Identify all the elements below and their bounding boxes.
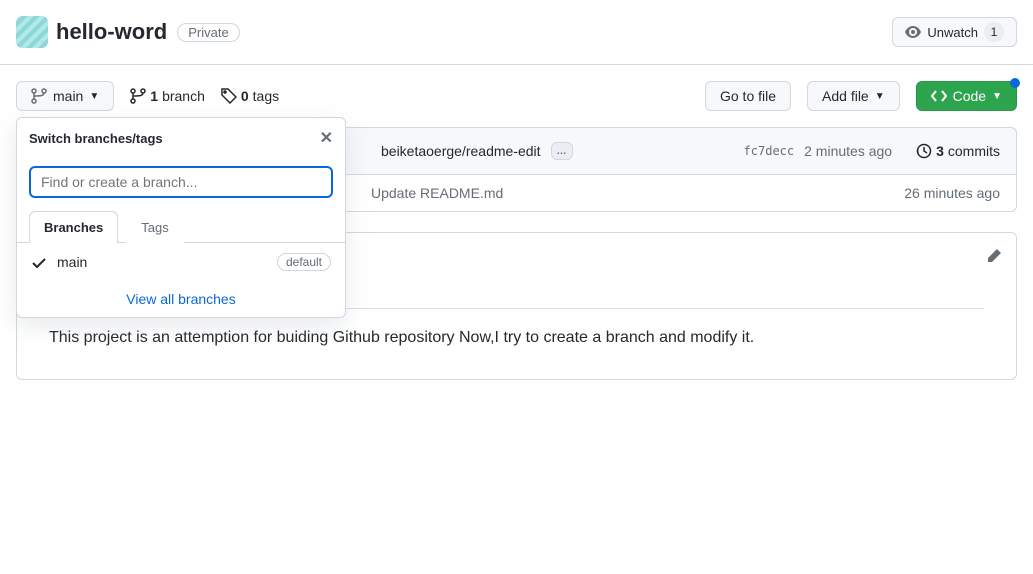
add-file-button[interactable]: Add file ▼ (807, 81, 900, 111)
check-icon (31, 253, 47, 270)
unwatch-button[interactable]: Unwatch 1 (892, 17, 1017, 47)
pencil-icon (986, 248, 1002, 264)
code-icon (931, 88, 947, 104)
watch-label: Unwatch (927, 25, 978, 40)
code-label: Code (953, 88, 986, 104)
commits-label: commits (948, 143, 1000, 159)
tags-count: 0 (241, 88, 249, 104)
branches-link[interactable]: 1 branch (130, 88, 205, 104)
notification-dot-icon (1010, 78, 1020, 88)
history-icon (916, 143, 932, 159)
chevron-down-icon: ▼ (875, 91, 885, 102)
chevron-down-icon: ▼ (992, 91, 1002, 102)
branches-label: branch (162, 88, 205, 104)
chevron-down-icon: ▼ (89, 91, 99, 102)
eye-icon (905, 24, 921, 40)
add-file-label: Add file (822, 88, 869, 104)
file-commit-message: Update README.md (371, 185, 503, 201)
commit-time[interactable]: 2 minutes ago (804, 143, 892, 159)
branch-switch-popover: Switch branches/tags ✕ Branches Tags mai… (16, 117, 346, 318)
visibility-badge: Private (177, 23, 239, 42)
view-all-branches-link[interactable]: View all branches (17, 281, 345, 317)
watch-count-badge: 1 (984, 22, 1004, 42)
current-branch-label: main (53, 88, 83, 104)
branches-count: 1 (150, 88, 158, 104)
commits-history-link[interactable]: 3 commits (916, 143, 1000, 159)
branch-search-input[interactable] (29, 166, 333, 198)
branch-name: main (57, 254, 87, 270)
branch-select-button[interactable]: main ▼ (16, 81, 114, 111)
repo-name[interactable]: hello-word (56, 19, 167, 45)
more-commits-icon[interactable]: … (551, 142, 573, 160)
readme-body: This project is an attemption for buidin… (49, 325, 984, 351)
code-button[interactable]: Code ▼ (916, 81, 1017, 111)
commit-hash[interactable]: fc7decc (744, 144, 795, 158)
tags-link[interactable]: 0 tags (221, 88, 279, 104)
popover-title: Switch branches/tags (29, 131, 163, 146)
close-icon[interactable]: ✕ (320, 128, 333, 148)
tags-label: tags (253, 88, 279, 104)
repo-avatar (16, 16, 48, 48)
branch-icon (130, 88, 146, 104)
branch-list-item[interactable]: main default (17, 243, 345, 281)
file-commit-time: 26 minutes ago (904, 185, 1000, 201)
commit-message[interactable]: beiketaoerge/readme-edit (381, 143, 541, 159)
commits-count: 3 (936, 143, 944, 159)
tag-icon (221, 88, 237, 104)
default-branch-badge: default (277, 253, 331, 271)
go-to-file-button[interactable]: Go to file (705, 81, 791, 111)
tab-branches[interactable]: Branches (29, 211, 118, 243)
branch-icon (31, 88, 47, 104)
tab-tags[interactable]: Tags (126, 211, 183, 243)
edit-readme-button[interactable] (986, 247, 1002, 264)
